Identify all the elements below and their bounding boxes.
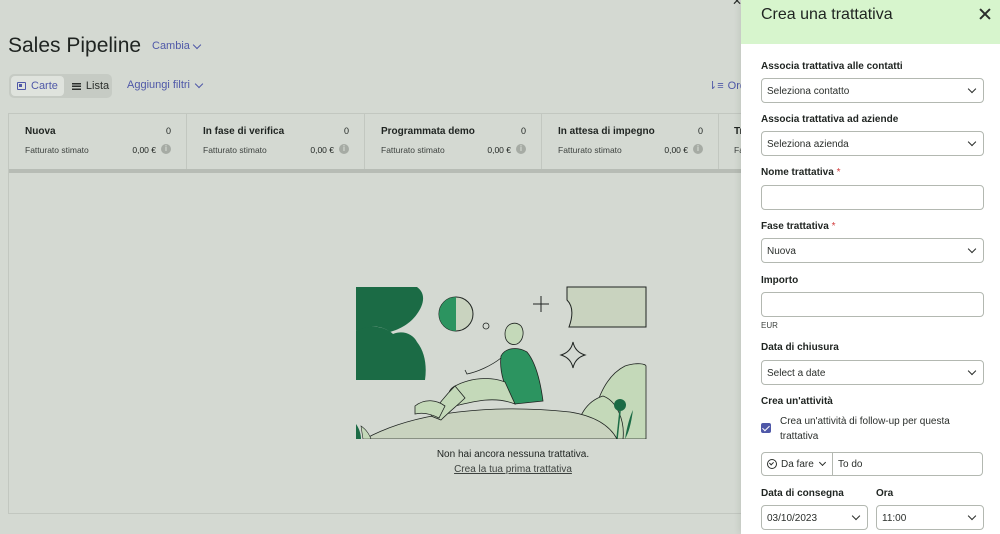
close-icon[interactable]	[978, 7, 992, 21]
companies-select[interactable]: Seleziona azienda	[761, 131, 984, 156]
chevron-down-icon	[967, 244, 977, 254]
task-check-icon	[767, 459, 777, 469]
panel-header: Crea una trattativa	[741, 0, 1000, 44]
info-icon[interactable]: i	[693, 144, 703, 154]
deal-name-label: Nome trattativa *	[761, 167, 841, 178]
task-name-input[interactable]: To do	[838, 459, 862, 470]
follow-up-checkbox-label: Crea un'attività di follow-up per questa…	[780, 416, 950, 442]
currency-hint: EUR	[761, 321, 778, 330]
time-label: Ora	[876, 488, 894, 499]
close-date-label: Data di chiusura	[761, 342, 839, 353]
stage-revenue-label: Fatturato stimato	[381, 145, 445, 155]
view-cards-button[interactable]: Carte	[11, 76, 64, 96]
chevron-down-icon	[818, 458, 826, 467]
stage-name: Nuova	[25, 126, 56, 137]
view-list-button[interactable]: Lista	[66, 76, 115, 96]
stage-revenue-amount: 0,00 €	[664, 145, 688, 155]
stage-name: In fase di verifica	[203, 126, 285, 137]
amount-input[interactable]	[761, 292, 984, 317]
task-type-value: Da fare	[781, 458, 814, 470]
due-date-picker[interactable]: 03/10/2023	[761, 505, 868, 530]
board-scrollbar[interactable]	[9, 169, 749, 173]
page-title: Sales Pipeline	[8, 34, 142, 57]
panel-title: Crea una trattativa	[761, 6, 893, 23]
contacts-label: Associa trattativa alle contatti	[761, 61, 903, 72]
list-icon	[71, 82, 81, 90]
chevron-down-icon	[967, 137, 977, 147]
task-type-select[interactable]: Da fare	[762, 453, 833, 475]
companies-select-value: Seleziona azienda	[767, 139, 849, 150]
stage-column-header: Programmata demo 0 Fatturato stimato 0,0…	[365, 114, 542, 169]
due-date-value: 03/10/2023	[767, 513, 818, 524]
cards-icon	[17, 82, 26, 90]
view-toggle: Carte Lista	[9, 74, 112, 98]
due-date-label: Data di consegna	[761, 488, 844, 499]
change-pipeline-button[interactable]: Cambia	[152, 40, 202, 52]
chevron-down-icon	[967, 366, 977, 376]
stage-column-header: In fase di verifica 0 Fatturato stimato …	[187, 114, 365, 169]
stage-name: In attesa di impegno	[558, 126, 655, 137]
info-icon[interactable]: i	[161, 144, 171, 154]
view-list-label: Lista	[85, 80, 110, 92]
chevron-down-icon	[194, 79, 204, 88]
sort-icon: ⇂≡	[708, 80, 724, 92]
contacts-select[interactable]: Seleziona contatto	[761, 78, 984, 103]
chevron-down-icon	[967, 84, 977, 94]
empty-state-title: Non hai ancora nessuna trattativa.	[436, 449, 590, 460]
close-date-value: Select a date	[767, 368, 826, 379]
stage-column-header: Nuova 0 Fatturato stimato 0,00 € i	[9, 114, 187, 169]
time-value: 11:00	[882, 513, 907, 524]
stage-count: 0	[520, 126, 526, 136]
stage-count: 0	[165, 126, 171, 136]
add-filters-label: Aggiungi filtri	[127, 79, 190, 91]
deal-name-label-text: Nome trattativa	[761, 167, 834, 178]
follow-up-checkbox[interactable]	[761, 423, 771, 433]
amount-label: Importo	[761, 275, 799, 286]
stage-count: 0	[343, 126, 349, 136]
chevron-down-icon	[851, 511, 861, 521]
deal-stage-label: Fase trattativa *	[761, 221, 836, 232]
empty-state-illustration	[356, 286, 647, 439]
create-first-deal-link[interactable]: Crea la tua prima trattativa	[355, 464, 671, 475]
view-cards-label: Carte	[31, 80, 58, 92]
stage-revenue-label: Fatturato stimato	[25, 145, 89, 155]
deal-stage-value: Nuova	[767, 246, 796, 257]
stage-revenue-label: Fatturato stimato	[203, 145, 267, 155]
contacts-select-value: Seleziona contatto	[767, 86, 850, 97]
stage-revenue-amount: 0,00 €	[132, 145, 156, 155]
time-select[interactable]: 11:00	[876, 505, 984, 530]
info-icon[interactable]: i	[339, 144, 349, 154]
close-date-picker[interactable]: Select a date	[761, 360, 984, 385]
info-icon[interactable]: i	[516, 144, 526, 154]
companies-label: Associa trattativa ad aziende	[761, 114, 899, 125]
create-activity-label: Crea un'attività	[761, 396, 833, 407]
stage-revenue-amount: 0,00 €	[310, 145, 334, 155]
required-marker: *	[836, 167, 841, 178]
chevron-down-icon	[967, 511, 977, 521]
stage-revenue-label: Fatturato stimato	[558, 145, 622, 155]
deal-stage-label-text: Fase trattativa	[761, 221, 829, 232]
chevron-down-icon	[192, 40, 202, 49]
stage-count: 0	[697, 126, 703, 136]
add-filters-button[interactable]: Aggiungi filtri	[127, 79, 204, 91]
create-deal-panel: Crea una trattativa Associa trattativa a…	[741, 0, 1000, 534]
stage-revenue-amount: 0,00 €	[487, 145, 511, 155]
stage-column-header: In attesa di impegno 0 Fatturato stimato…	[542, 114, 719, 169]
required-marker: *	[831, 221, 836, 232]
deal-stage-select[interactable]: Nuova	[761, 238, 984, 263]
task-row: Da fare To do	[761, 452, 983, 476]
stage-name: Programmata demo	[381, 126, 475, 137]
change-pipeline-label: Cambia	[152, 40, 190, 52]
deal-name-input[interactable]	[761, 185, 984, 210]
